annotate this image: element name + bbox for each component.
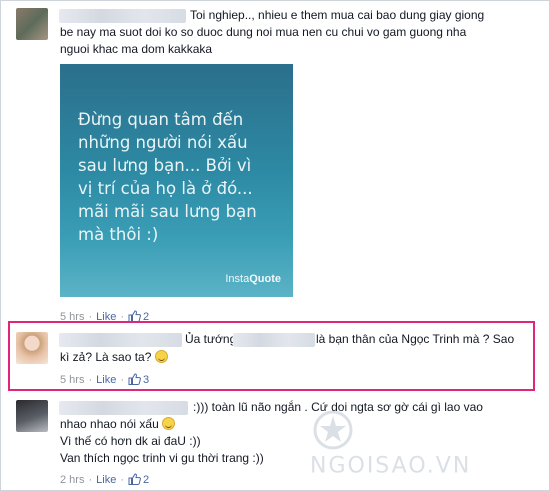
like-count[interactable]: 3 (128, 373, 149, 386)
comment-text-prefix: Ủa tướng (185, 332, 237, 346)
thumbs-up-icon (128, 473, 141, 485)
quote-image[interactable]: Đừng quan tâm đến những người nói xấu sa… (60, 64, 293, 297)
quote-text: Đừng quan tâm đến những người nói xấu sa… (78, 110, 257, 244)
comment-text-line: kì zả? Là sao ta? (60, 349, 168, 366)
avatar[interactable] (16, 8, 48, 40)
comment-text-line: be nay ma suot doi ko so duoc dung noi m… (60, 25, 467, 39)
watermark-logo-icon (313, 410, 353, 450)
smile-emoji-icon (162, 417, 176, 430)
like-button[interactable]: Like (96, 474, 116, 486)
blurred-name (233, 333, 315, 347)
timestamp[interactable]: 2 hrs (60, 474, 84, 486)
timestamp[interactable]: 5 hrs (60, 374, 84, 386)
ngoisao-watermark: NGOISAO.VN (310, 407, 520, 479)
comment-text-line: nhao nhao nói xấu (60, 416, 176, 433)
like-count[interactable]: 2 (128, 473, 149, 486)
grin-emoji-icon (154, 350, 168, 363)
comment-meta: 5 hrs · Like · 3 (60, 373, 150, 386)
comment-text-line: nguoi khac ma dom kakkaka (60, 42, 213, 56)
avatar[interactable] (16, 332, 48, 364)
comment-text-line: Toi nghiep.., nhieu e them mua cai bao d… (190, 8, 485, 22)
blurred-username[interactable] (59, 333, 182, 347)
comment-text-line: Vì thế có hơn dk ai đaU :)) (60, 434, 201, 448)
blurred-username[interactable] (59, 401, 188, 415)
blurred-username[interactable] (59, 9, 186, 23)
avatar[interactable] (16, 400, 48, 432)
comment-text-suffix: là bạn thân của Ngọc Trinh mà ? Sao (316, 332, 515, 346)
comment-text-line: Van thích ngọc trinh vi gu thời trang :)… (60, 451, 264, 465)
like-button[interactable]: Like (96, 374, 116, 386)
thumbs-up-icon (128, 373, 141, 385)
instaquote-logo: InstaQuote (225, 273, 281, 285)
comment-meta: 2 hrs · Like · 2 (60, 473, 150, 486)
